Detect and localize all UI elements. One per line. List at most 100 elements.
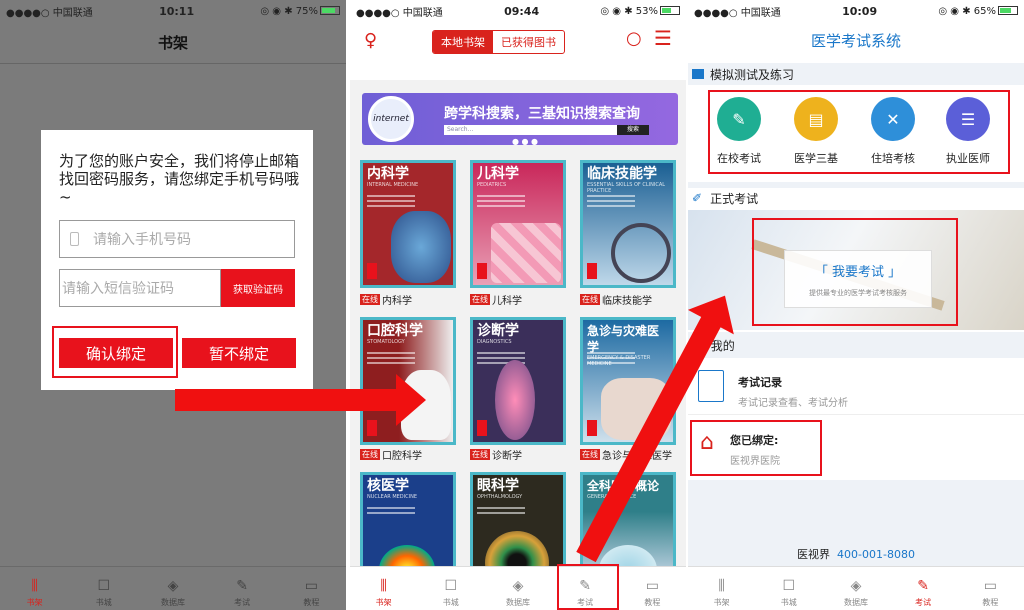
book-cover[interactable]: 内科学 INTERNAL MEDICINE — [360, 160, 456, 288]
menu-icon[interactable]: ☰ — [654, 26, 672, 50]
tab-label: 数据库 — [160, 598, 185, 607]
book-title: 儿科学 — [477, 166, 519, 182]
bookshelf-icon: ⫼ — [718, 578, 725, 594]
tab-tutorial[interactable]: ▭ 教程 — [286, 578, 336, 608]
tab-bar: ⫼ 书架 ☐ 书城 ◈ 数据库 ✎ 考试 ▭ 教程 — [350, 566, 686, 610]
video-icon: ▭ — [304, 578, 318, 594]
anatomy-image — [391, 211, 451, 283]
pencil-icon: ✎ — [917, 578, 930, 594]
battery-icon — [320, 6, 340, 15]
clock: 10:11 — [159, 4, 195, 18]
banner-search-button: 搜索 — [617, 125, 649, 135]
highlight-box — [690, 420, 822, 476]
tab-acquired-books[interactable]: 已获得图书 — [493, 31, 564, 53]
document-icon — [698, 370, 724, 402]
online-badge: 在线 — [360, 294, 380, 305]
book-title: 内科学 — [367, 166, 409, 182]
records-title: 考试记录 — [738, 376, 782, 389]
carousel-dots: ● ● ● — [512, 137, 539, 145]
records-sub: 考试记录查看、考试分析 — [738, 398, 848, 409]
highlight-box — [52, 326, 178, 378]
carrier: ●●●●○ 中国联通 — [694, 7, 781, 19]
online-badge: 在线 — [470, 294, 490, 305]
tab-exam[interactable]: ✎ 考试 — [217, 578, 267, 608]
store-icon: ☐ — [782, 578, 796, 594]
footer-area: 医视界 400-001-8080 — [688, 480, 1024, 568]
pencil-icon: ✎ — [236, 578, 249, 594]
store-icon: ☐ — [97, 578, 111, 594]
search-banner[interactable]: internet 跨学科搜索，三基知识搜索查询 Search... 搜索 ● ●… — [362, 93, 678, 145]
header: ♀ 本地书架 已获得图书 ○ ☰ — [350, 22, 686, 62]
battery-icon — [660, 6, 680, 15]
user-icon[interactable]: ♀ — [364, 30, 377, 51]
caption-text: 临床技能学 — [602, 296, 652, 307]
stethoscope-image — [611, 223, 671, 283]
caption-text: 儿科学 — [492, 296, 522, 307]
tab-bookshelf[interactable]: ⫼ 书架 — [10, 578, 60, 608]
dialog-message: 为了您的账户安全，我们将停止邮箱找回密码服务，请您绑定手机号码哦~ — [59, 152, 300, 206]
status-bar: ●●●●○ 中国联通 10:09 ◎ ◉ ✱ 65% — [688, 0, 1024, 22]
clock: 09:44 — [504, 4, 540, 18]
tab-bookshelf[interactable]: ⫼ 书架 — [359, 578, 409, 608]
section-formal-exam: ✐ 正式考试 — [688, 182, 1024, 208]
sms-placeholder: 请输入短信验证码 — [62, 281, 174, 297]
book-en-title: PEDIATRICS — [477, 182, 507, 188]
highlight-box — [708, 90, 1010, 174]
book-title: 诊断学 — [477, 323, 519, 339]
battery-percent: 75% — [295, 5, 318, 17]
book-cover[interactable]: 诊断学 DIAGNOSTICS — [470, 317, 566, 445]
book-cover[interactable]: 临床技能学 ESSENTIAL SKILLS OF CLINICAL PRACT… — [580, 160, 676, 288]
shelf-segment: 本地书架 已获得图书 — [432, 30, 565, 54]
video-icon: ▭ — [983, 578, 997, 594]
book-en-title: NUCLEAR MEDICINE — [367, 494, 417, 500]
book-caption: 在线 口腔科学 — [360, 447, 422, 462]
status-bar: ●●●●○ 中国联通 10:11 ◎ ◉ ✱ 75% — [0, 0, 346, 22]
tab-label: 考试 — [234, 598, 251, 607]
contact-phone[interactable]: 400-001-8080 — [837, 548, 915, 561]
layers-icon: ◈ — [850, 578, 862, 594]
caption-text: 内科学 — [382, 296, 412, 307]
tab-bookstore[interactable]: ☐ 书城 — [764, 578, 814, 608]
book-en-title: INTERNAL MEDICINE — [367, 182, 419, 188]
section-title: 模拟测试及练习 — [710, 67, 795, 82]
tab-exam[interactable]: ✎ 考试 — [898, 578, 948, 608]
phone-input[interactable]: 请输入手机号码 — [59, 220, 295, 258]
caption-text: 诊断学 — [492, 451, 522, 462]
section-title: 我的 — [710, 338, 735, 353]
store-icon: ☐ — [444, 578, 458, 594]
tab-tutorial[interactable]: ▭ 教程 — [965, 578, 1015, 608]
layers-icon: ◈ — [512, 578, 524, 594]
highlight-box — [557, 564, 619, 610]
carrier: ●●●●○ 中国联通 — [356, 7, 443, 19]
tab-bookshelf[interactable]: ⫼ 书架 — [697, 578, 747, 608]
tab-bookstore[interactable]: ☐ 书城 — [79, 578, 129, 608]
cubes-image — [491, 223, 561, 283]
search-icon[interactable]: ○ — [626, 28, 642, 49]
book-title: 口腔科学 — [367, 323, 423, 339]
tab-tutorial[interactable]: ▭ 教程 — [627, 578, 677, 608]
book-en-title: ESSENTIAL SKILLS OF CLINICAL PRACTICE — [587, 182, 666, 194]
bookshelf-icon: ⫼ — [31, 578, 38, 594]
book-cover[interactable]: 儿科学 PEDIATRICS — [470, 160, 566, 288]
tab-label: 书架 — [375, 598, 392, 607]
tab-label: 书城 — [780, 598, 797, 607]
book-title: 核医学 — [367, 478, 409, 494]
banner-text: 跨学科搜索，三基知识搜索查询 — [444, 106, 640, 122]
battery-percent: 65% — [973, 5, 996, 17]
skip-bind-button[interactable]: 暂不绑定 — [182, 338, 296, 368]
online-badge: 在线 — [360, 449, 380, 460]
tab-local-shelf[interactable]: 本地书架 — [433, 31, 493, 53]
tab-database[interactable]: ◈ 数据库 — [831, 578, 881, 608]
sms-code-input[interactable]: 请输入短信验证码 — [59, 269, 221, 307]
body-image — [495, 360, 535, 440]
exam-records-item[interactable]: 考试记录 考试记录查看、考试分析 — [688, 368, 1024, 409]
highlight-box — [752, 218, 958, 326]
tab-label: 数据库 — [505, 598, 530, 607]
tab-label: 书架 — [713, 598, 730, 607]
banner-search-field: Search... — [444, 125, 619, 135]
tab-bookstore[interactable]: ☐ 书城 — [426, 578, 476, 608]
tab-database[interactable]: ◈ 数据库 — [493, 578, 543, 608]
tab-label: 教程 — [982, 598, 999, 607]
get-code-button[interactable]: 获取验证码 — [221, 269, 295, 307]
tab-database[interactable]: ◈ 数据库 — [148, 578, 198, 608]
